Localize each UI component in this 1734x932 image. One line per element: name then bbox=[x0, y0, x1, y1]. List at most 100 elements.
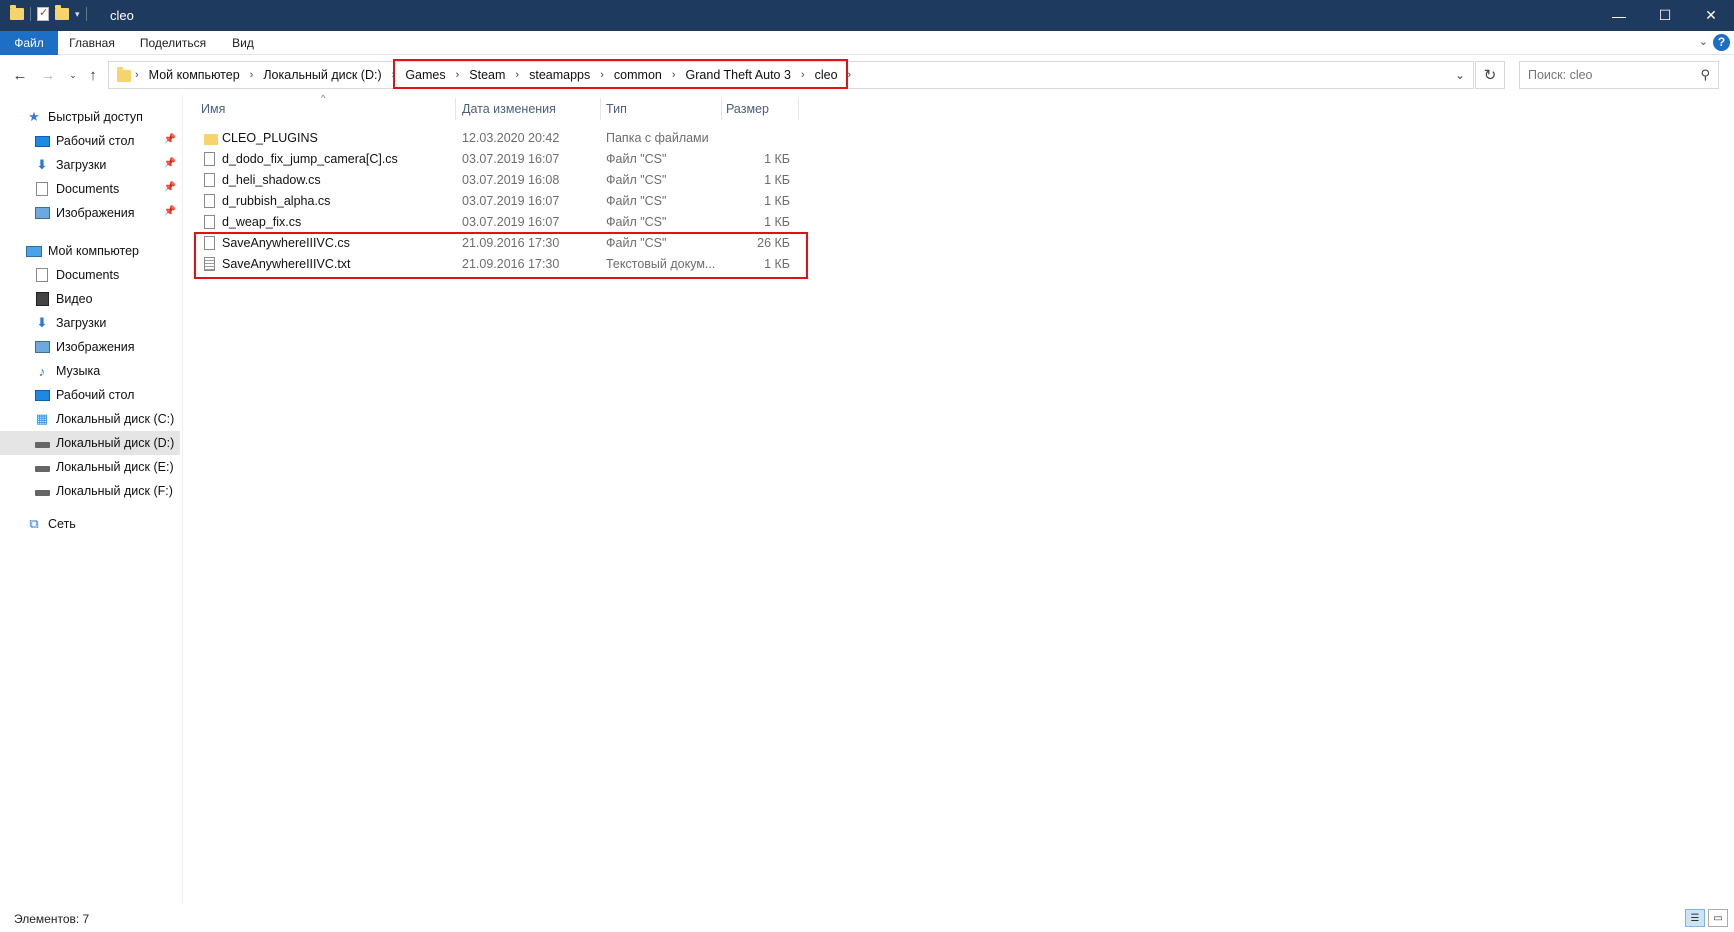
minimize-button[interactable]: — bbox=[1596, 0, 1642, 31]
file-type: Файл "CS" bbox=[606, 173, 667, 187]
file-row[interactable]: d_heli_shadow.cs 03.07.2019 16:08 Файл "… bbox=[196, 170, 802, 191]
desktop-icon bbox=[34, 135, 50, 147]
pin-icon[interactable]: 📌 bbox=[164, 206, 176, 217]
sidebar-item-drive-d[interactable]: Локальный диск (D:) bbox=[0, 431, 180, 455]
toolbar-divider bbox=[85, 7, 87, 21]
back-button[interactable]: ← bbox=[9, 64, 31, 86]
refresh-button[interactable]: ↻ bbox=[1475, 61, 1505, 89]
customize-toolbar-icon[interactable]: ▾ bbox=[75, 9, 80, 20]
breadcrumb-item[interactable]: steamapps bbox=[523, 68, 596, 82]
sidebar-item-drive-e[interactable]: Локальный диск (E:) bbox=[0, 455, 180, 479]
chevron-right-icon[interactable]: › bbox=[596, 69, 608, 81]
address-bar[interactable]: › Мой компьютер › Локальный диск (D:) › … bbox=[108, 61, 1474, 89]
navigation-pane: ★ Быстрый доступ Рабочий стол 📌 ⬇ Загруз… bbox=[0, 105, 182, 905]
chevron-right-icon[interactable]: › bbox=[511, 69, 523, 81]
chevron-right-icon[interactable]: › bbox=[388, 69, 400, 81]
sidebar-item-downloads[interactable]: ⬇ Загрузки bbox=[0, 311, 180, 335]
chevron-right-icon[interactable]: › bbox=[131, 69, 143, 81]
sidebar-item-label: Рабочий стол bbox=[56, 388, 135, 402]
properties-icon[interactable] bbox=[37, 6, 49, 21]
file-row[interactable]: d_weap_fix.cs 03.07.2019 16:07 Файл "CS"… bbox=[196, 212, 802, 233]
search-box[interactable]: ⚲ bbox=[1519, 61, 1719, 89]
file-date: 03.07.2019 16:07 bbox=[462, 215, 560, 229]
breadcrumb-item[interactable]: common bbox=[608, 68, 668, 82]
breadcrumb: › Мой компьютер › Локальный диск (D:) › … bbox=[131, 62, 855, 88]
tab-file[interactable]: Файл bbox=[0, 31, 58, 55]
sidebar-item-pictures[interactable]: Изображения bbox=[0, 335, 180, 359]
close-button[interactable]: ✕ bbox=[1688, 0, 1734, 31]
sidebar-item-drive-c[interactable]: ▦ Локальный диск (C:) bbox=[0, 407, 180, 431]
search-icon[interactable]: ⚲ bbox=[1700, 67, 1710, 83]
breadcrumb-item[interactable]: Grand Theft Auto 3 bbox=[680, 68, 797, 82]
column-header-type[interactable]: Тип bbox=[606, 98, 721, 120]
pin-icon[interactable]: 📌 bbox=[164, 158, 176, 169]
address-history-dropdown[interactable]: ⌄ bbox=[1455, 68, 1465, 82]
ribbon-tabs: Файл Главная Поделиться Вид ⌄ ? bbox=[0, 31, 1734, 55]
chevron-right-icon[interactable]: › bbox=[797, 69, 809, 81]
chevron-right-icon[interactable]: › bbox=[844, 69, 856, 81]
drive-icon bbox=[34, 490, 50, 496]
column-divider[interactable] bbox=[721, 98, 722, 120]
file-row[interactable]: SaveAnywhereIIIVC.txt 21.09.2016 17:30 Т… bbox=[196, 254, 802, 275]
sidebar-item-music[interactable]: ♪ Музыка bbox=[0, 359, 180, 383]
sidebar-item-quick-access[interactable]: ★ Быстрый доступ bbox=[0, 105, 180, 129]
drive-icon bbox=[34, 442, 50, 448]
item-count: Элементов: 7 bbox=[14, 912, 90, 926]
sidebar-item-label: Мой компьютер bbox=[48, 244, 139, 258]
large-icons-view-icon[interactable]: ▭ bbox=[1708, 909, 1728, 927]
computer-icon bbox=[26, 245, 42, 257]
chevron-down-icon[interactable]: ⌄ bbox=[1699, 35, 1708, 48]
file-name: d_heli_shadow.cs bbox=[222, 173, 321, 187]
file-row[interactable]: SaveAnywhereIIIVC.cs 21.09.2016 17:30 Фа… bbox=[196, 233, 802, 254]
help-icon[interactable]: ? bbox=[1713, 34, 1730, 51]
pin-icon[interactable]: 📌 bbox=[164, 182, 176, 193]
sidebar-item-videos[interactable]: Видео bbox=[0, 287, 180, 311]
chevron-right-icon[interactable]: › bbox=[452, 69, 464, 81]
sidebar-item-label: Локальный диск (F:) bbox=[56, 484, 173, 498]
column-divider[interactable] bbox=[600, 98, 601, 120]
breadcrumb-item[interactable]: Games bbox=[399, 68, 451, 82]
breadcrumb-item[interactable]: Мой компьютер bbox=[143, 68, 246, 82]
sidebar-item-documents[interactable]: Documents 📌 bbox=[0, 177, 180, 201]
column-divider[interactable] bbox=[455, 98, 456, 120]
tab-home[interactable]: Главная bbox=[66, 31, 118, 55]
pin-icon[interactable]: 📌 bbox=[164, 134, 176, 145]
file-type: Текстовый докум... bbox=[606, 257, 716, 271]
maximize-button[interactable]: ☐ bbox=[1642, 0, 1688, 31]
document-icon bbox=[36, 268, 48, 282]
column-header-size[interactable]: Размер bbox=[726, 98, 798, 120]
file-row[interactable]: d_dodo_fix_jump_camera[C].cs 03.07.2019 … bbox=[196, 149, 802, 170]
tab-share[interactable]: Поделиться bbox=[134, 31, 212, 55]
sidebar-item-desktop[interactable]: Рабочий стол bbox=[0, 383, 180, 407]
column-header-date[interactable]: Дата изменения bbox=[462, 98, 600, 120]
file-size: 1 КБ bbox=[764, 152, 790, 166]
file-row[interactable]: CLEO_PLUGINS 12.03.2020 20:42 Папка с фа… bbox=[196, 128, 802, 149]
up-button[interactable]: ↑ bbox=[82, 64, 104, 86]
breadcrumb-item[interactable]: Локальный диск (D:) bbox=[257, 68, 387, 82]
file-icon bbox=[204, 215, 215, 229]
chevron-right-icon[interactable]: › bbox=[246, 69, 258, 81]
chevron-right-icon[interactable]: › bbox=[668, 69, 680, 81]
file-row[interactable]: d_rubbish_alpha.cs 03.07.2019 16:07 Файл… bbox=[196, 191, 802, 212]
sidebar-item-desktop[interactable]: Рабочий стол 📌 bbox=[0, 129, 180, 153]
search-input[interactable] bbox=[1520, 62, 1680, 88]
sidebar-item-pictures[interactable]: Изображения 📌 bbox=[0, 201, 180, 225]
sidebar-item-label: Загрузки bbox=[56, 316, 107, 330]
sidebar-item-this-pc[interactable]: Мой компьютер bbox=[0, 239, 180, 263]
forward-button[interactable]: → bbox=[37, 64, 59, 86]
sidebar-item-downloads[interactable]: ⬇ Загрузки 📌 bbox=[0, 153, 180, 177]
column-header-name[interactable]: Имя bbox=[201, 98, 455, 120]
breadcrumb-item[interactable]: Steam bbox=[463, 68, 511, 82]
file-date: 03.07.2019 16:08 bbox=[462, 173, 560, 187]
new-folder-icon[interactable] bbox=[55, 5, 69, 20]
sidebar-item-drive-f[interactable]: Локальный диск (F:) bbox=[0, 479, 180, 503]
details-view-icon[interactable]: ☰ bbox=[1685, 909, 1705, 927]
tab-view[interactable]: Вид bbox=[226, 31, 260, 55]
column-divider[interactable] bbox=[798, 98, 799, 120]
sidebar-item-network[interactable]: ⧉ Сеть bbox=[0, 512, 180, 536]
file-type: Файл "CS" bbox=[606, 215, 667, 229]
pane-divider[interactable] bbox=[182, 95, 183, 905]
breadcrumb-item[interactable]: cleo bbox=[809, 68, 844, 82]
recent-locations-button[interactable]: ⌄ bbox=[62, 64, 84, 86]
sidebar-item-documents[interactable]: Documents bbox=[0, 263, 180, 287]
